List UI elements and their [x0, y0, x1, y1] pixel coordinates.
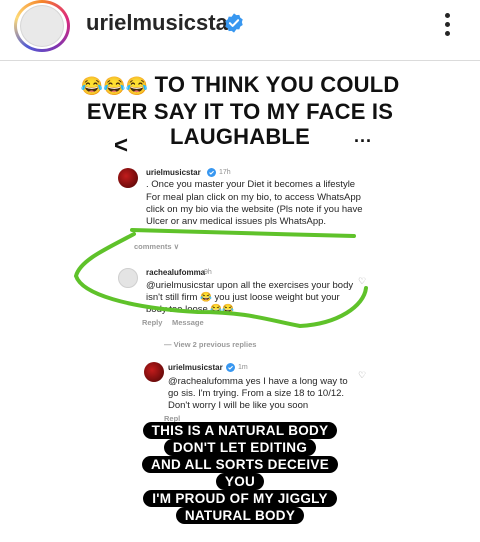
caption-line-2: EVER SAY IT TO MY FACE IS [86, 99, 394, 124]
header-divider [0, 60, 480, 61]
comment-line: body too loose 😂😂 [146, 304, 235, 315]
laughing-emoji: 😂😂😂 [80, 76, 149, 96]
overlay-line: THIS IS A NATURAL BODY [142, 422, 338, 439]
comment-line: Don't worry I will be like you soon [168, 400, 309, 411]
text-overlay: THIS IS A NATURAL BODY DON'T LET EDITING… [68, 422, 412, 524]
comment-time: 9h [204, 269, 212, 276]
more-options-icon[interactable] [430, 6, 464, 42]
verified-badge-icon [225, 13, 243, 33]
comment-time: 1m [238, 364, 248, 371]
comment-line: For meal plan click on my bio, to access… [146, 192, 361, 203]
message-link: Message [172, 318, 204, 327]
back-chevron-icon: < [114, 132, 129, 159]
comment-line: Ulcer or anv medical issues pls WhatsApp… [146, 216, 327, 227]
comment-line: @rachealufomma yes I have a long way to [168, 376, 348, 387]
avatar-icon[interactable] [20, 5, 64, 47]
comment-username: rachealufomma [146, 268, 206, 277]
commenter-avatar [144, 362, 164, 382]
comment-username: urielmusicstar [146, 168, 201, 177]
heart-icon: ♡ [358, 370, 367, 380]
overlay-line: YOU [215, 473, 265, 490]
comment-line: @urielmusicstar upon all the exercises y… [146, 280, 354, 291]
comment-time: 17h [219, 169, 231, 176]
view-replies-link: — View 2 previous replies [164, 340, 257, 349]
verified-badge-icon [207, 168, 216, 177]
comments-label: comments ∨ [134, 242, 180, 251]
verified-badge-icon [226, 363, 235, 372]
inner-more-icon: ... [354, 126, 373, 146]
overlay-line: DON'T LET EDITING [163, 439, 317, 456]
comment-line: . Once you master your Diet it becomes a… [146, 179, 356, 190]
heart-icon: ♡ [358, 276, 367, 286]
comment-username: urielmusicstar [168, 363, 223, 372]
post-username[interactable]: urielmusicstar [86, 10, 236, 36]
overlay-line: NATURAL BODY [175, 507, 305, 524]
overlay-line: AND ALL SORTS DECEIVE [141, 456, 339, 473]
reply-link: Reply [142, 318, 163, 327]
comment-line: isn't still firm 😂 you just loose weight… [146, 292, 340, 303]
overlay-line: I'M PROUD OF MY JIGGLY [143, 490, 337, 507]
post-header: urielmusicstar [0, 0, 480, 58]
commenter-avatar [118, 268, 138, 288]
comment-line: click on my bio via the website (Pls not… [146, 204, 363, 215]
post-image[interactable]: 😂😂😂 TO THINK YOU COULD EVER SAY IT TO MY… [68, 62, 412, 542]
comment-line: go sis. I'm trying. From a size 18 to 10… [168, 388, 345, 399]
commenter-avatar [118, 168, 138, 188]
caption-line-1: TO THINK YOU COULD [154, 72, 400, 97]
